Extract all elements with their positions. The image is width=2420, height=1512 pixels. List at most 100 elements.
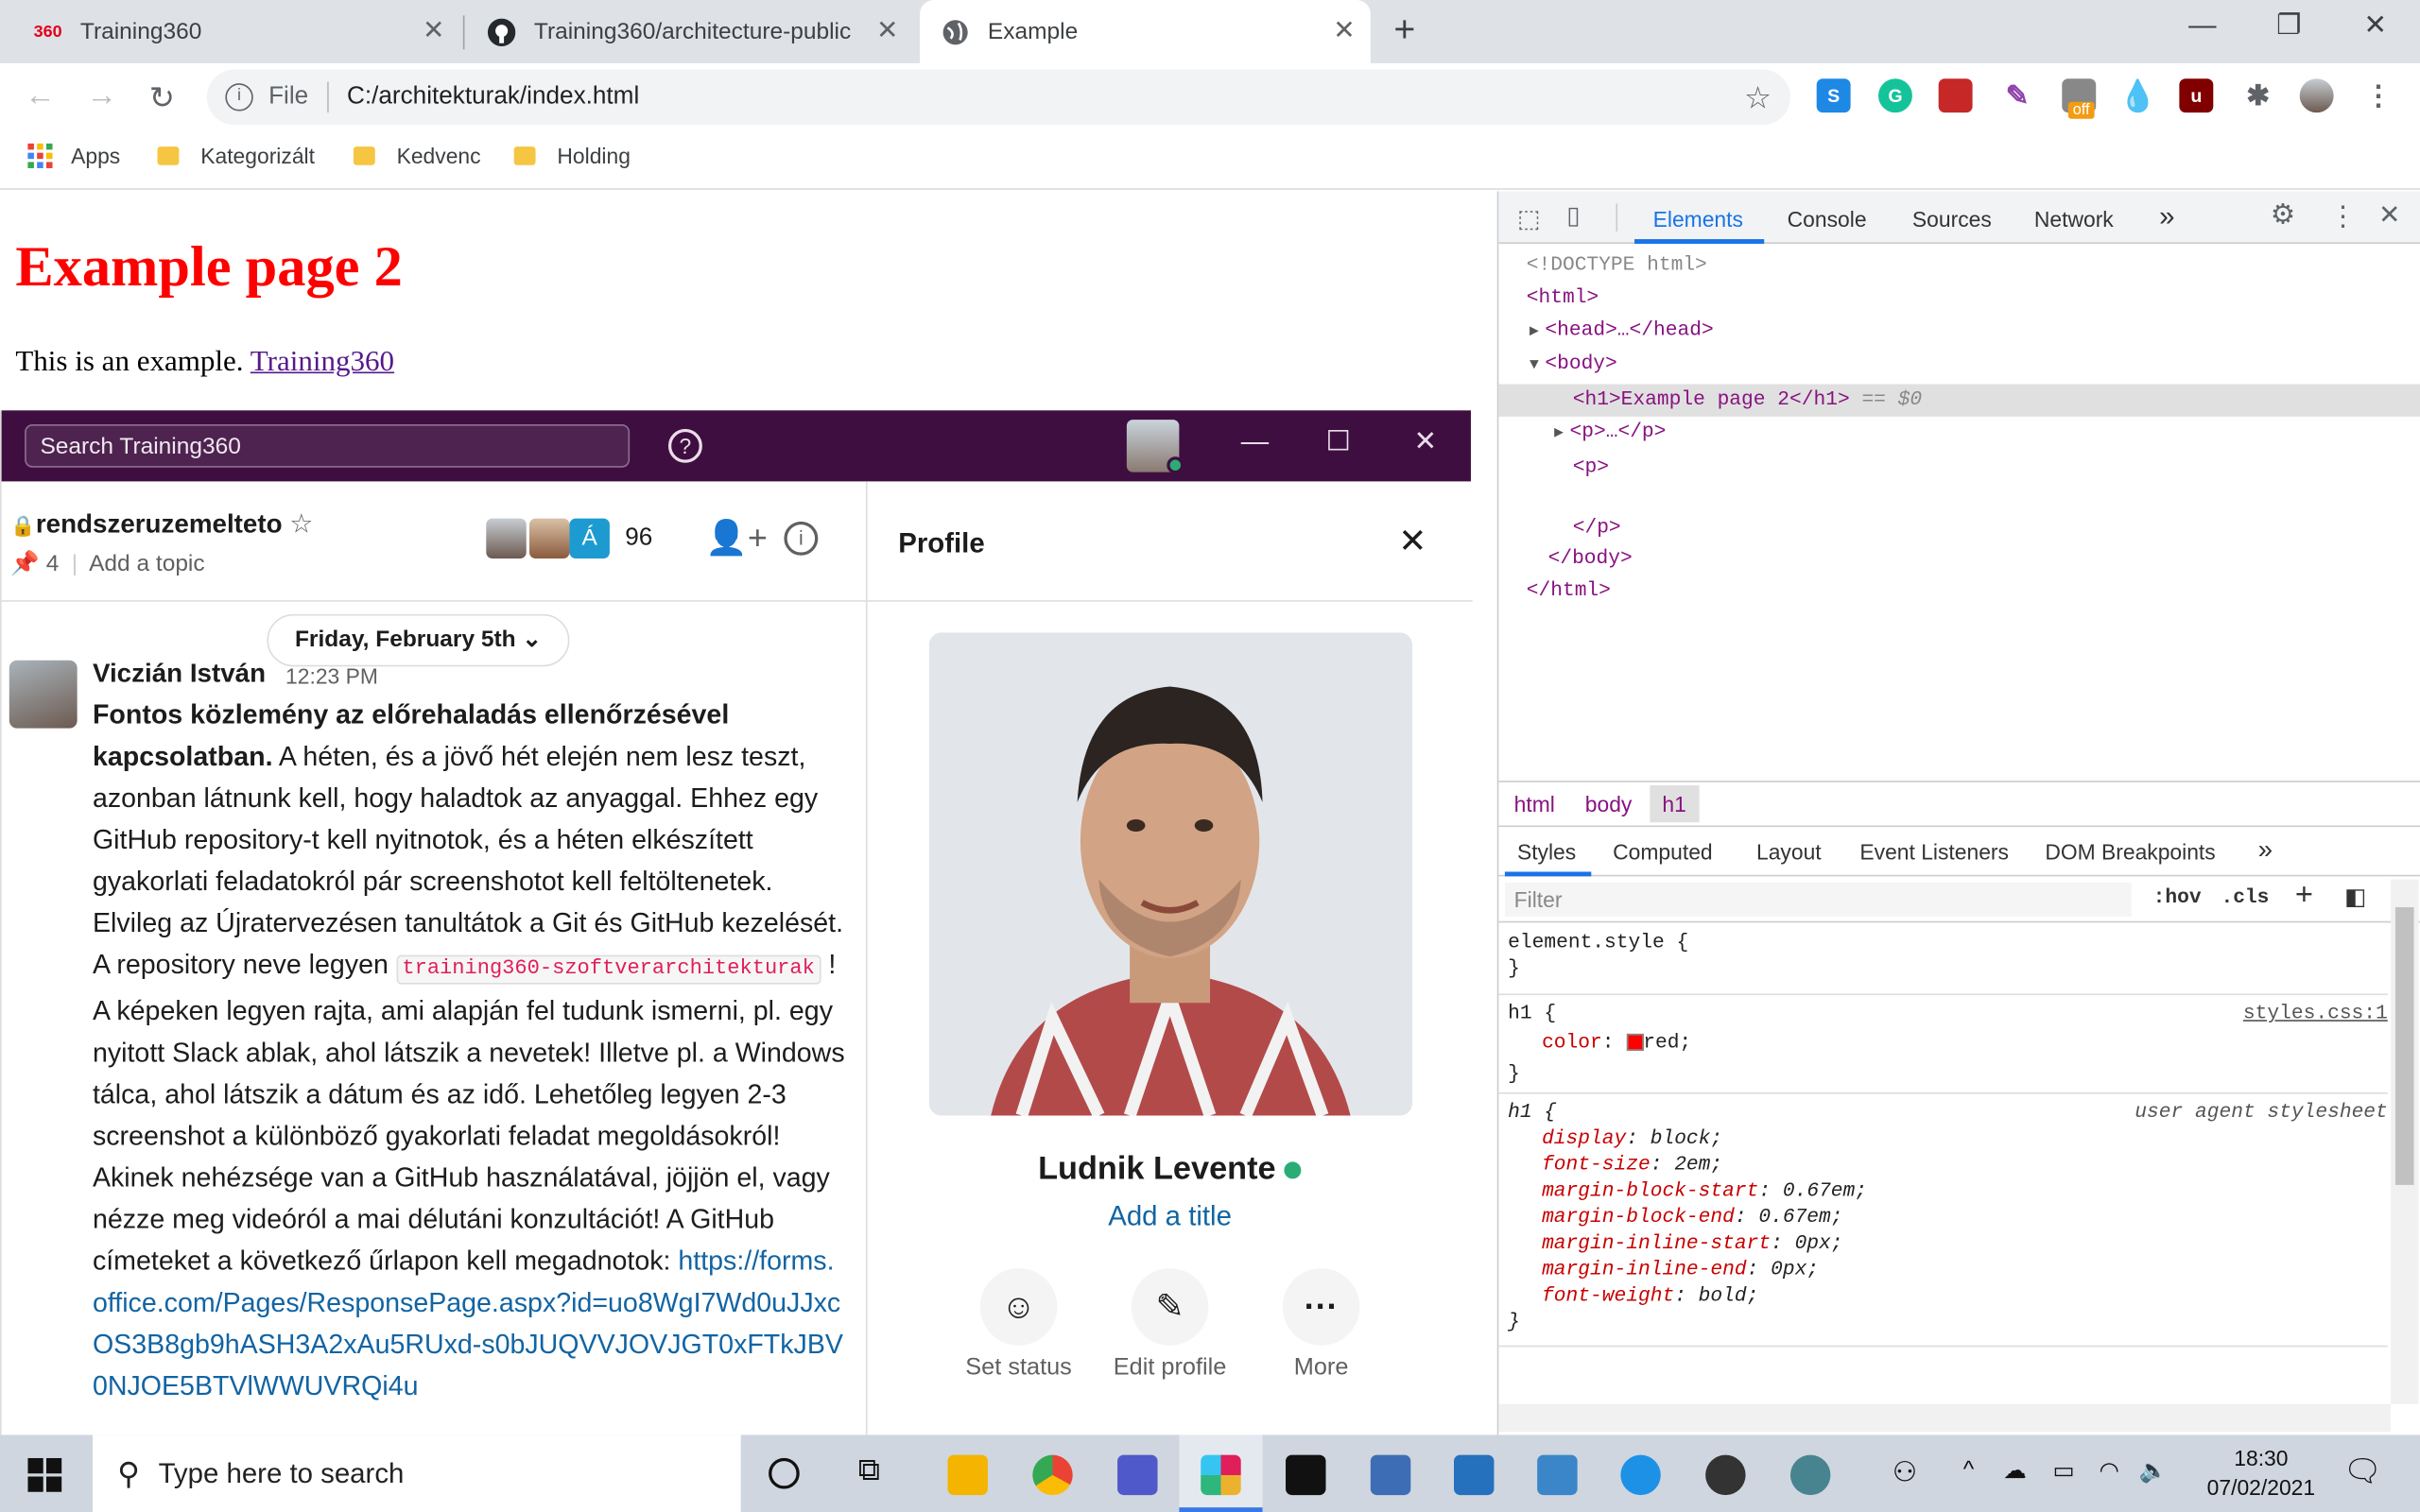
address-bar[interactable]: i File C:/architekturak/index.html ☆ <box>206 69 1790 126</box>
star-icon[interactable]: ☆ <box>1744 77 1772 116</box>
star-icon[interactable]: ☆ <box>289 509 313 539</box>
add-rule-icon[interactable]: + <box>2295 878 2313 914</box>
minimize-icon[interactable]: — <box>1241 426 1269 458</box>
member-avatar[interactable] <box>529 518 570 559</box>
filter-input[interactable]: Filter <box>1504 882 2132 917</box>
dom-node-selected[interactable]: <h1>Example page 2</h1> == $0 <box>1498 384 2420 417</box>
tab-dom-breakpoints[interactable]: DOM Breakpoints <box>2045 839 2215 864</box>
tab-elements[interactable]: Elements <box>1653 207 1743 232</box>
dom-node[interactable]: </html> <box>1527 576 2420 608</box>
help-icon[interactable]: ? <box>667 428 702 463</box>
tab-network[interactable]: Network <box>2034 207 2114 232</box>
breadcrumb-item[interactable]: html <box>1514 792 1555 816</box>
feather-extension-icon[interactable]: ✎ <box>2000 78 2034 112</box>
h-scrollbar[interactable] <box>1498 1403 2392 1433</box>
remote-desktop-icon[interactable] <box>1370 1454 1411 1496</box>
more-tabs-icon[interactable]: » <box>2258 834 2273 866</box>
member-avatar[interactable]: Á <box>569 518 610 559</box>
tab-sources[interactable]: Sources <box>1912 207 1992 232</box>
expand-arrow-icon[interactable]: ▶ <box>1554 426 1564 443</box>
onedrive-icon[interactable]: ☁ <box>2003 1456 2026 1485</box>
tab-github[interactable]: Training360/architecture-public ✕ <box>466 0 913 63</box>
windows-start-icon[interactable] <box>27 1457 62 1500</box>
maximize-icon[interactable]: ☐ <box>1325 426 1350 458</box>
pin-icon[interactable]: 📌 <box>10 551 40 577</box>
notifications-icon[interactable]: 🗨 <box>2342 1452 2381 1490</box>
gear-icon[interactable]: ⚙ <box>2271 199 2295 232</box>
more-tabs-icon[interactable]: » <box>2159 200 2174 232</box>
restore-icon[interactable]: ❐ <box>2254 9 2325 42</box>
dom-node[interactable]: <p> <box>1527 452 2420 484</box>
source-link[interactable]: styles.css:1 <box>2243 1000 2388 1026</box>
close-icon[interactable]: ✕ <box>423 15 444 46</box>
message-author[interactable]: Viczián István <box>93 659 266 690</box>
task-view-icon[interactable]: ⧉ <box>858 1453 880 1489</box>
breadcrumb-item-selected[interactable]: h1 <box>1650 785 1699 823</box>
wifi-icon[interactable]: ◠ <box>2099 1456 2118 1485</box>
tab-styles[interactable]: Styles <box>1517 839 1576 864</box>
scrollbar[interactable] <box>2391 879 2419 1404</box>
file-explorer-icon[interactable] <box>947 1454 988 1496</box>
inspect-icon[interactable]: ⬚ <box>1517 204 1541 235</box>
close-icon[interactable]: ✕ <box>1398 522 1426 561</box>
bookmark-kedvenc[interactable]: Kedvenc <box>353 144 481 168</box>
hov-toggle[interactable]: :hov <box>2153 885 2202 908</box>
dom-node[interactable]: ▶ <p>…</p> <box>1527 417 2420 452</box>
powershell-admin-icon[interactable] <box>1537 1454 1578 1496</box>
breadcrumb-item[interactable]: body <box>1585 792 1633 816</box>
info-icon[interactable]: i <box>225 83 253 112</box>
bookmark-extension-icon[interactable] <box>1938 78 1973 113</box>
taskbar-search-input[interactable]: ⚲ Type here to search <box>92 1435 741 1512</box>
pencil-icon[interactable]: ✎ <box>1131 1268 1209 1346</box>
url-text[interactable]: C:/architekturak/index.html <box>347 83 639 111</box>
skype-extension-icon[interactable]: S <box>1816 78 1851 113</box>
expand-arrow-icon[interactable]: ▶ <box>1530 323 1539 340</box>
author-avatar[interactable] <box>9 660 78 729</box>
reload-icon[interactable]: ↻ <box>144 78 181 117</box>
back-icon[interactable]: ← <box>22 78 59 114</box>
menu-kebab-icon[interactable]: ⋮ <box>2361 78 2395 112</box>
postgres-icon[interactable] <box>1705 1454 1746 1496</box>
tab-training360[interactable]: 360 Training360 ✕ <box>12 0 459 63</box>
menu-kebab-icon[interactable]: ⋮ <box>2329 200 2357 232</box>
member-count[interactable]: 96 <box>625 524 652 552</box>
tab-console[interactable]: Console <box>1788 207 1867 232</box>
dom-node[interactable]: </body> <box>1527 543 2420 576</box>
minimize-icon[interactable]: — <box>2167 9 2238 42</box>
cortana-icon[interactable] <box>769 1457 800 1489</box>
volume-icon[interactable]: 🔈 <box>2139 1456 2169 1485</box>
bookmark-apps[interactable]: Apps <box>27 143 120 168</box>
pin-count[interactable]: 4 <box>46 551 60 577</box>
battery-icon[interactable]: ▭ <box>2052 1456 2074 1485</box>
bookmark-holding[interactable]: Holding <box>513 144 631 168</box>
collapse-arrow-icon[interactable]: ▼ <box>1530 358 1539 375</box>
add-topic-link[interactable]: Add a topic <box>89 551 205 577</box>
property-value[interactable]: red; <box>1643 1031 1691 1054</box>
close-icon[interactable]: ✕ <box>876 15 898 46</box>
dom-node[interactable]: <!DOCTYPE html> <box>1527 249 2420 282</box>
teams-icon[interactable] <box>1117 1454 1158 1496</box>
slack-icon[interactable] <box>1201 1454 1241 1496</box>
sidebar-toggle-icon[interactable]: ◧ <box>2344 883 2366 911</box>
channel-name[interactable]: 🔒rendszeruzemelteto ☆ <box>10 509 313 541</box>
docker-icon[interactable] <box>1620 1454 1661 1496</box>
date-divider[interactable]: Friday, February 5th ⌄ <box>267 613 570 667</box>
grammarly-extension-icon[interactable]: G <box>1877 78 1912 113</box>
dom-node[interactable]: ▼ <body> <box>1527 350 2420 385</box>
chrome-icon[interactable] <box>1032 1454 1073 1496</box>
chevron-up-icon[interactable]: ^ <box>1963 1456 1975 1483</box>
clock[interactable]: 18:30 07/02/2021 <box>2198 1444 2325 1503</box>
dom-node[interactable]: <html> <box>1527 282 2420 314</box>
powershell-icon[interactable] <box>1454 1454 1495 1496</box>
close-icon[interactable]: ✕ <box>2378 200 2400 232</box>
close-window-icon[interactable]: ✕ <box>2340 9 2411 42</box>
terminal-icon[interactable] <box>1286 1454 1326 1496</box>
drop-extension-icon[interactable]: 💧 <box>2118 78 2157 113</box>
people-icon[interactable]: ⚇ <box>1893 1456 1917 1488</box>
rule-selector[interactable]: h1 { <box>1508 1002 1556 1024</box>
forward-icon[interactable]: → <box>83 78 120 114</box>
new-tab-button[interactable]: + <box>1393 9 1415 53</box>
close-icon[interactable]: ✕ <box>1414 426 1438 458</box>
slack-search-input[interactable]: Search Training360 <box>25 423 631 468</box>
training360-link[interactable]: Training360 <box>251 346 394 378</box>
